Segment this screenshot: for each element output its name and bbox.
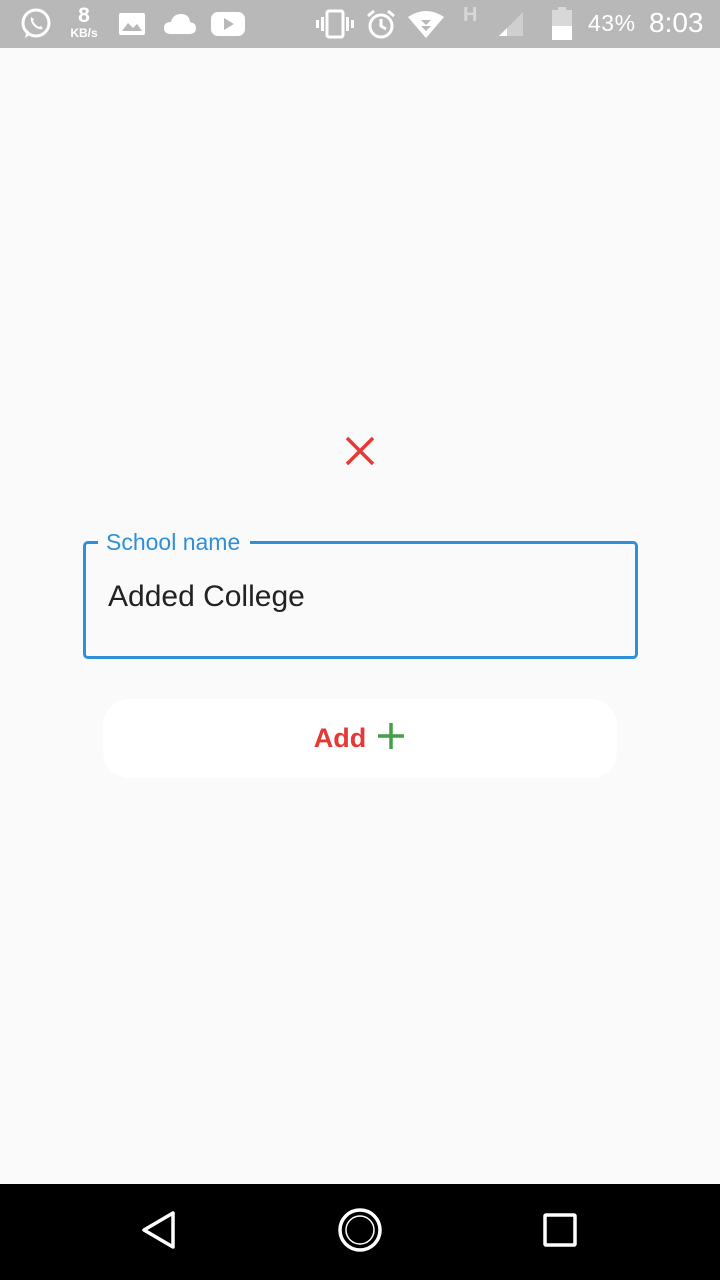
close-button[interactable]	[336, 429, 384, 477]
add-button[interactable]: Add	[103, 699, 617, 778]
add-button-label: Add	[313, 723, 367, 753]
clock: 8:03	[649, 7, 704, 38]
school-name-label: School name	[98, 528, 251, 556]
image-icon	[117, 0, 147, 48]
status-bar: 8 KB/s H 43% 8:03	[0, 0, 720, 48]
home-icon	[337, 1207, 383, 1258]
close-icon	[344, 435, 376, 472]
network-speed: 8 KB/s	[64, 5, 104, 39]
recents-button[interactable]	[530, 1202, 590, 1262]
back-button[interactable]	[130, 1202, 190, 1262]
home-button[interactable]	[330, 1202, 390, 1262]
wifi-icon	[406, 0, 446, 48]
school-name-input[interactable]: Added College	[108, 580, 305, 614]
screen-content: School name Added College Add	[0, 48, 720, 1184]
vibrate-icon	[316, 0, 354, 48]
cloud-icon	[162, 0, 198, 48]
signal-icon	[497, 0, 525, 48]
network-speed-unit: KB/s	[70, 26, 98, 40]
alarm-icon	[364, 0, 398, 48]
network-type: H	[463, 4, 478, 26]
network-speed-value: 8	[78, 4, 90, 27]
battery-percent: 43%	[588, 10, 636, 36]
whatsapp-icon	[18, 0, 54, 48]
youtube-icon	[210, 0, 246, 48]
navigation-bar	[0, 1184, 720, 1280]
school-name-field[interactable]: School name Added College	[83, 528, 638, 659]
back-icon	[140, 1210, 180, 1255]
battery-icon	[550, 0, 574, 48]
plus-icon	[376, 721, 406, 756]
recents-icon	[542, 1212, 578, 1253]
